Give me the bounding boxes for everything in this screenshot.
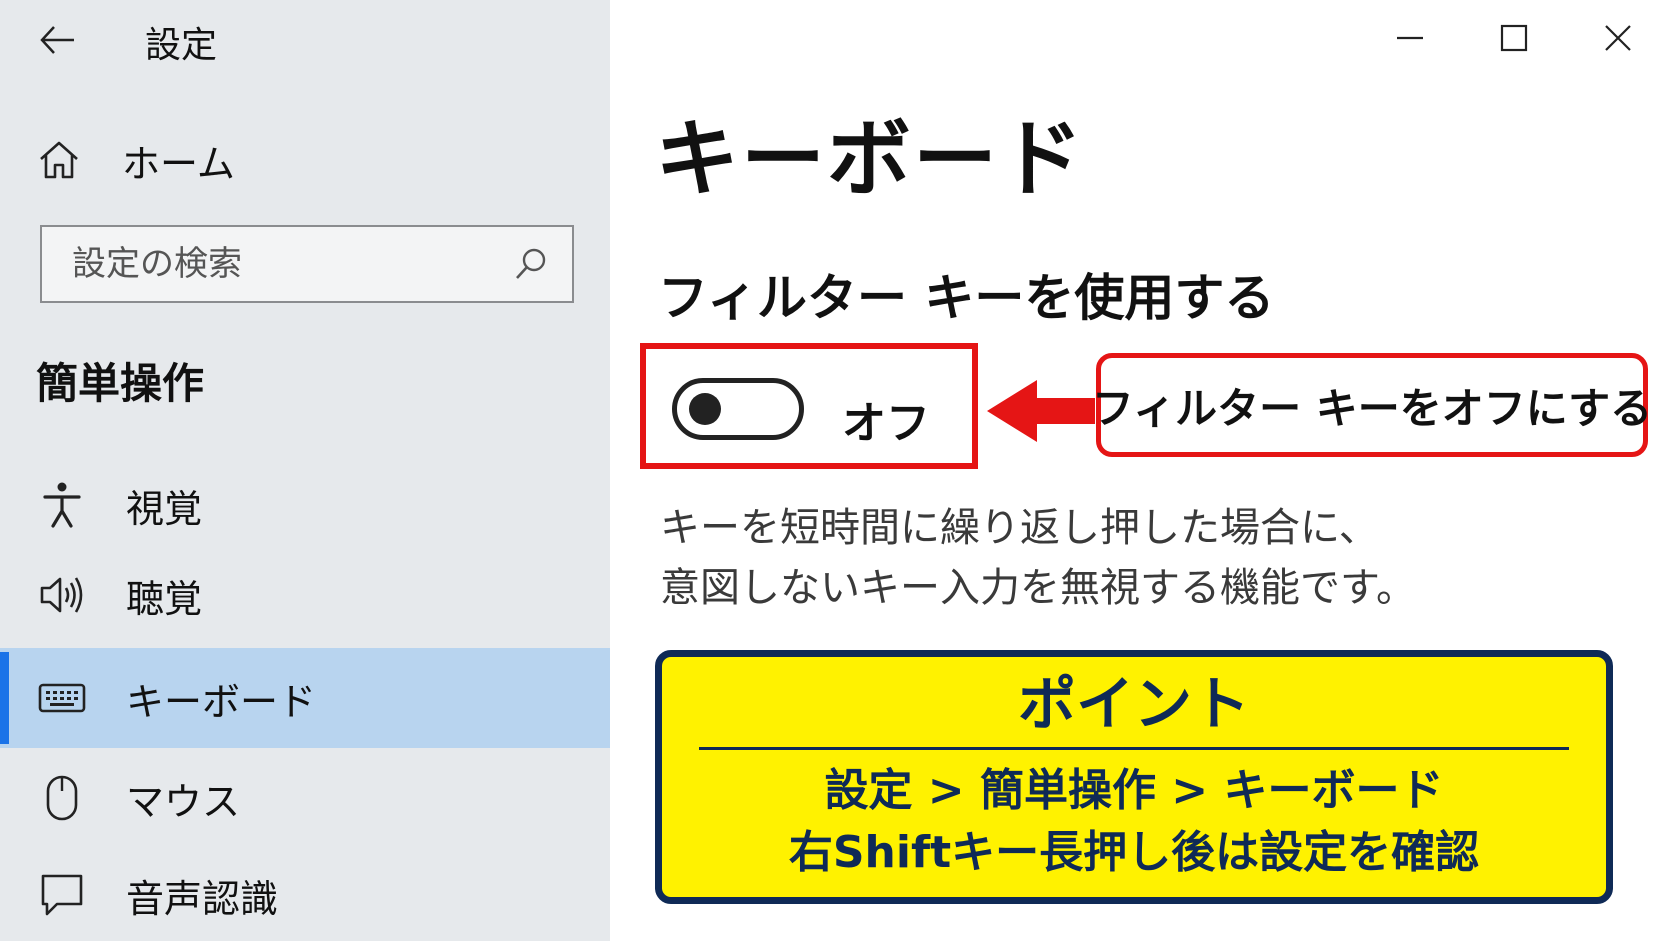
accessibility-person-icon: [36, 479, 88, 531]
close-icon: [1605, 25, 1631, 51]
speaker-icon: [36, 569, 88, 621]
sidebar-item-label: 視覚: [126, 486, 203, 531]
description-line: キーを短時間に繰り返し押した場合に、: [660, 505, 1379, 551]
filter-keys-toggle[interactable]: [672, 378, 804, 440]
app-title: 設定: [145, 25, 218, 66]
sidebar-item-label: キーボード: [126, 679, 317, 724]
sidebar-item-label: マウス: [126, 779, 241, 824]
sidebar-item-label: 音声認識: [126, 876, 279, 921]
sidebar-item-mouse[interactable]: マウス: [0, 748, 610, 848]
setting-description: キーを短時間に繰り返し押した場合に、 意図しないキー入力を無視する機能です。: [660, 498, 1416, 618]
maximize-icon: [1500, 24, 1528, 52]
point-divider: [699, 747, 1569, 750]
toggle-highlight-box: オフ: [640, 343, 978, 469]
toggle-state-label: オフ: [842, 398, 930, 449]
sidebar: 設定 ホーム 簡単操作 視覚: [0, 0, 610, 941]
settings-search-box[interactable]: [40, 225, 574, 303]
home-nav-item[interactable]: ホーム: [36, 130, 596, 190]
keyboard-icon: [36, 672, 88, 724]
minimize-button[interactable]: [1380, 18, 1440, 58]
page-title: キーボード: [655, 110, 1086, 208]
search-input[interactable]: [70, 243, 512, 285]
search-icon[interactable]: [512, 245, 550, 283]
filter-keys-setting-title: フィルター キーを使用する: [658, 269, 1275, 327]
mouse-icon: [36, 772, 88, 824]
point-title: ポイント: [1017, 670, 1250, 738]
sidebar-item-keyboard[interactable]: キーボード: [0, 648, 610, 748]
speech-bubble-icon: [36, 869, 88, 921]
callout-arrow-icon: [987, 380, 1095, 442]
callout-box: フィルター キーをオフにする: [1092, 353, 1652, 457]
home-icon: [40, 141, 78, 179]
minimize-icon: [1397, 36, 1423, 40]
point-line-2: 右Shiftキー長押し後は設定を確認: [788, 827, 1480, 878]
sidebar-item-vision[interactable]: 視覚: [0, 455, 610, 555]
sidebar-item-speech[interactable]: 音声認識: [0, 845, 610, 945]
section-title: 簡単操作: [36, 359, 205, 408]
description-line: 意図しないキー入力を無視する機能です。: [660, 565, 1416, 611]
home-label: ホーム: [122, 141, 235, 186]
close-button[interactable]: [1588, 18, 1648, 58]
back-button[interactable]: [36, 18, 80, 62]
back-arrow-icon: [40, 26, 74, 54]
sidebar-item-hearing[interactable]: 聴覚: [0, 545, 610, 645]
point-line-1: 設定 > 簡単操作 > キーボード: [824, 765, 1444, 816]
toggle-knob: [689, 393, 721, 425]
maximize-button[interactable]: [1484, 18, 1544, 58]
point-box: ポイント 設定 > 簡単操作 > キーボード 右Shiftキー長押し後は設定を確…: [655, 650, 1613, 904]
sidebar-item-label: 聴覚: [126, 576, 203, 621]
